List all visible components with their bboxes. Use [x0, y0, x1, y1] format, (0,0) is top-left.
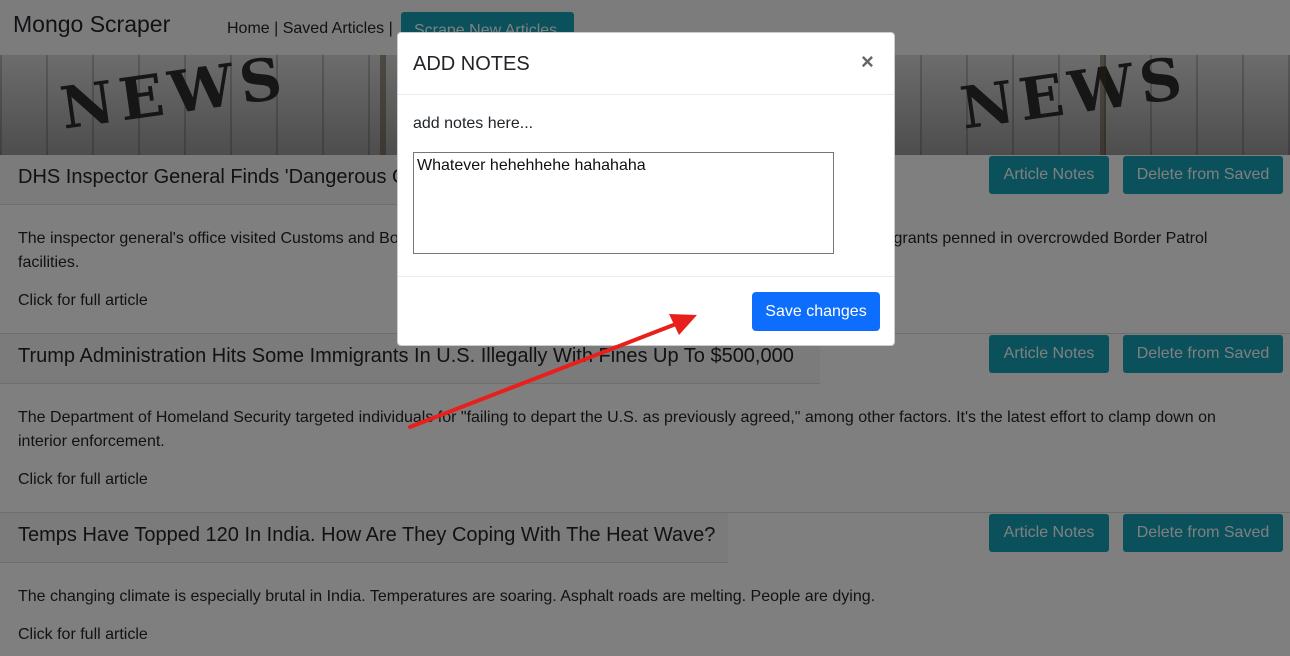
close-icon[interactable]: ×: [861, 51, 874, 73]
save-changes-button[interactable]: Save changes: [752, 292, 880, 331]
add-notes-modal: ADD NOTES × add notes here... Save chang…: [397, 32, 895, 346]
modal-title: ADD NOTES: [413, 53, 530, 75]
notes-label: add notes here...: [413, 115, 534, 132]
modal-header: ADD NOTES ×: [398, 33, 894, 95]
modal-footer-divider: [398, 276, 894, 277]
notes-textarea[interactable]: [413, 152, 834, 254]
